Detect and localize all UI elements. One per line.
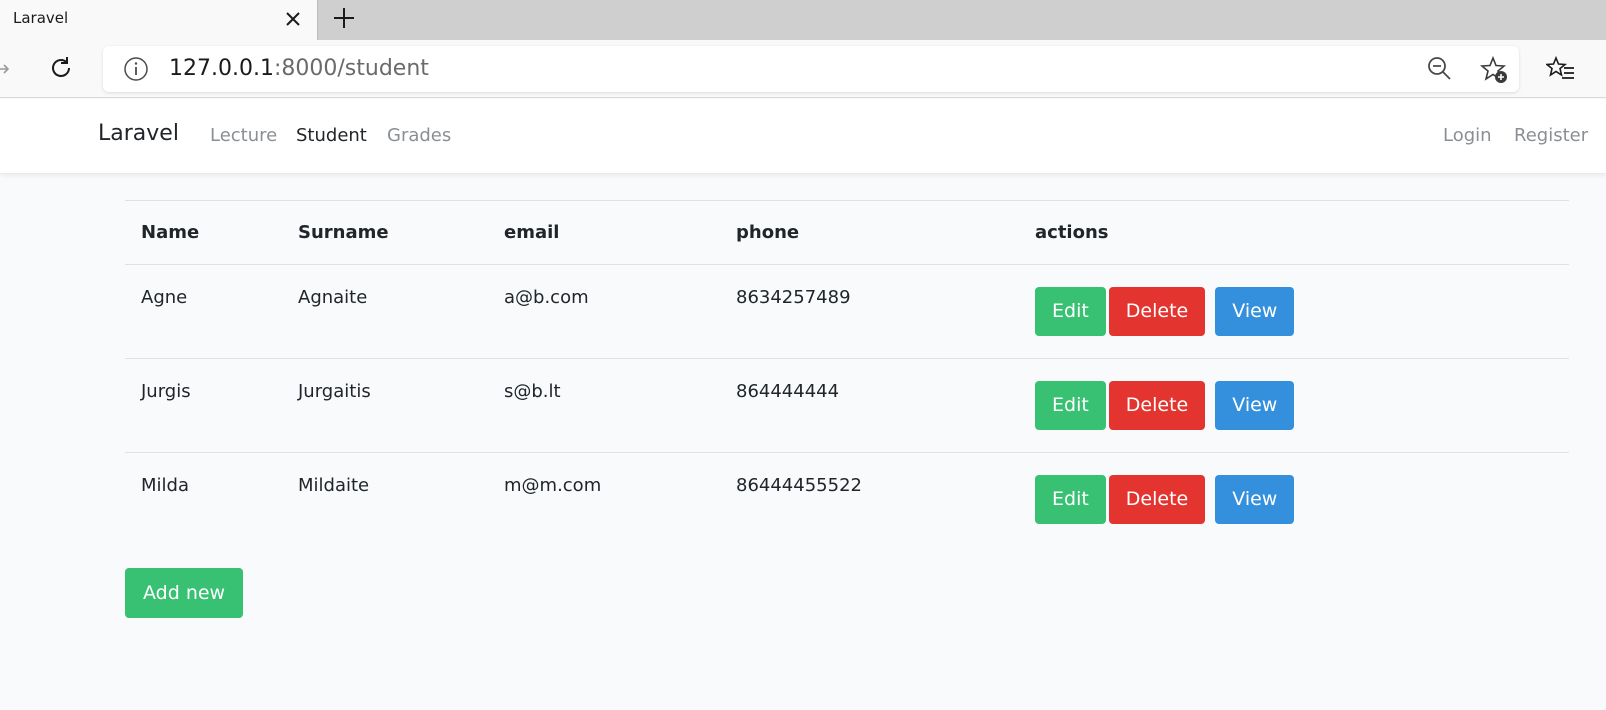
- view-button[interactable]: View: [1215, 287, 1295, 336]
- table-row: Agne Agnaite a@b.com 8634257489 Edit Dele…: [125, 265, 1569, 359]
- cell-phone: 8634257489: [736, 287, 851, 308]
- students-content: Name Surname email phone actions Agne Ag…: [125, 200, 1569, 547]
- table-row: Jurgis Jurgaitis s@b.lt 864444444 Edit De…: [125, 359, 1569, 453]
- reload-icon[interactable]: [46, 53, 76, 83]
- cell-surname: Mildaite: [298, 475, 370, 496]
- browser-tab[interactable]: Laravel: [0, 0, 318, 40]
- plus-icon[interactable]: [330, 4, 358, 32]
- table-header-row: Name Surname email phone actions: [125, 200, 1569, 265]
- browser-tabstrip: Laravel: [0, 0, 1606, 40]
- url-text[interactable]: 127.0.0.1:8000/student: [169, 56, 429, 81]
- header-email: email: [504, 222, 560, 243]
- favorites-list-icon[interactable]: [1546, 54, 1576, 84]
- cell-name: Agne: [141, 287, 188, 308]
- brand-link[interactable]: Laravel: [98, 121, 179, 146]
- edit-button[interactable]: Edit: [1035, 475, 1106, 524]
- browser-toolbar: 127.0.0.1:8000/student: [0, 40, 1606, 98]
- cell-email: s@b.lt: [504, 381, 561, 402]
- header-surname: Surname: [298, 222, 389, 243]
- cell-email: a@b.com: [504, 287, 589, 308]
- cell-name: Jurgis: [141, 381, 191, 402]
- close-icon[interactable]: [280, 6, 306, 32]
- cell-actions: Edit Delete View: [1019, 265, 1569, 359]
- header-phone: phone: [736, 222, 800, 243]
- cell-surname: Agnaite: [298, 287, 368, 308]
- delete-button[interactable]: Delete: [1108, 287, 1206, 336]
- nav-student[interactable]: Student: [296, 125, 367, 146]
- view-button[interactable]: View: [1215, 381, 1295, 430]
- cell-phone: 864444444: [736, 381, 840, 402]
- zoom-out-icon[interactable]: [1426, 55, 1454, 83]
- cell-surname: Jurgaitis: [298, 381, 371, 402]
- edit-button[interactable]: Edit: [1035, 381, 1106, 430]
- delete-button[interactable]: Delete: [1108, 475, 1206, 524]
- cell-phone: 86444455522: [736, 475, 862, 496]
- url-host: 127.0.0.1: [169, 56, 274, 81]
- header-actions: actions: [1035, 222, 1109, 243]
- nav-login[interactable]: Login: [1443, 125, 1492, 146]
- url-path: :8000/student: [273, 56, 429, 81]
- nav-register[interactable]: Register: [1514, 125, 1588, 146]
- cell-actions: Edit Delete View: [1019, 453, 1569, 547]
- header-name: Name: [141, 222, 200, 243]
- edit-button[interactable]: Edit: [1035, 287, 1106, 336]
- students-table: Name Surname email phone actions Agne Ag…: [125, 200, 1569, 547]
- delete-button[interactable]: Delete: [1108, 381, 1206, 430]
- forward-icon[interactable]: [0, 57, 12, 81]
- url-bar[interactable]: 127.0.0.1:8000/student: [103, 46, 1519, 92]
- cell-email: m@m.com: [504, 475, 602, 496]
- nav-grades[interactable]: Grades: [387, 125, 451, 146]
- cell-actions: Edit Delete View: [1019, 359, 1569, 453]
- table-row: Milda Mildaite m@m.com 86444455522 Edit D…: [125, 453, 1569, 547]
- app-navbar: Laravel Lecture Student Grades Login Reg…: [0, 99, 1606, 174]
- tab-title: Laravel: [13, 9, 69, 27]
- info-icon[interactable]: [123, 56, 149, 82]
- nav-lecture[interactable]: Lecture: [210, 125, 277, 146]
- cell-name: Milda: [141, 475, 189, 496]
- add-new-button[interactable]: Add new: [125, 568, 244, 618]
- view-button[interactable]: View: [1215, 475, 1295, 524]
- star-add-icon[interactable]: [1479, 55, 1509, 85]
